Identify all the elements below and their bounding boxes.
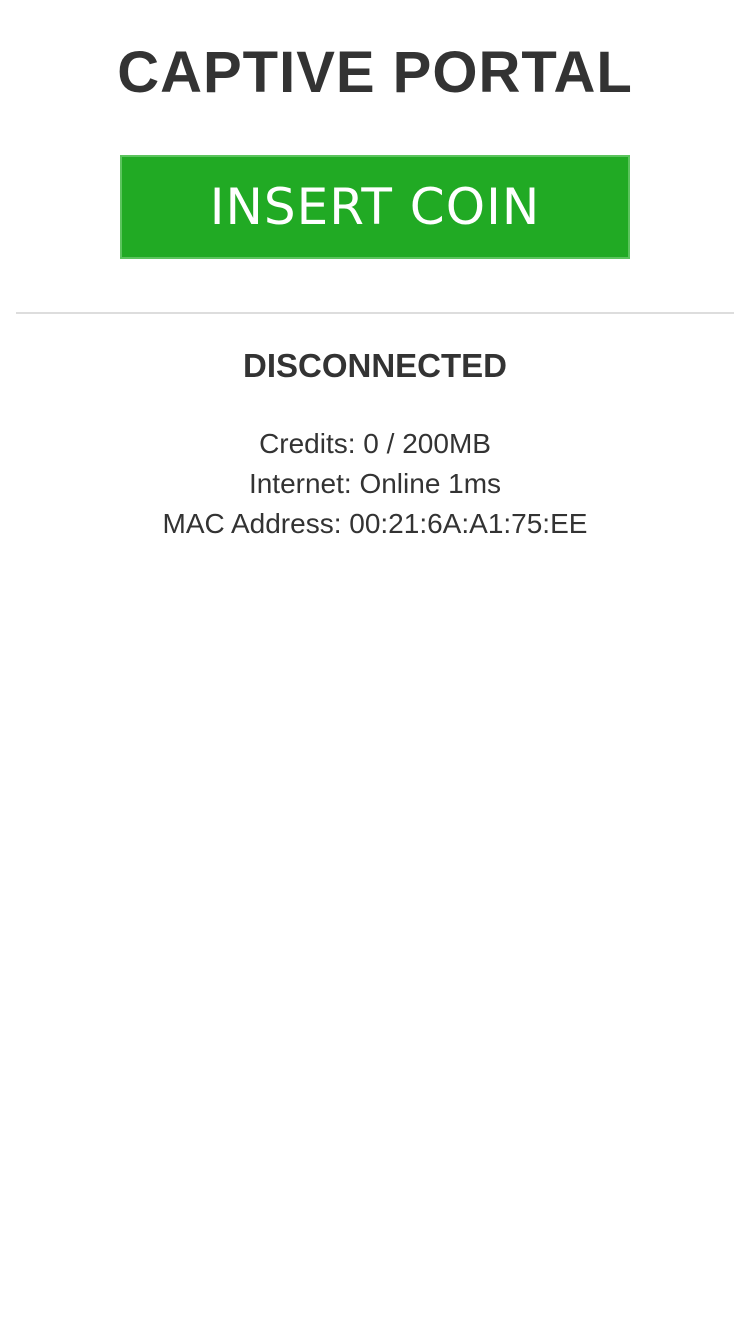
insert-coin-button[interactable]: INSERT COIN [120,155,630,259]
page-title: CAPTIVE PORTAL [117,40,633,105]
connection-status: DISCONNECTED [242,347,508,384]
internet-status-text: Internet: Online 1ms [248,468,502,499]
divider [16,312,734,314]
info-panel: Credits: 0 / 200MB Internet: Online 1ms … [0,424,750,544]
mac-address-text: MAC Address: 00:21:6A:A1:75:EE [162,508,588,539]
credits-text: Credits: 0 / 200MB [259,428,491,459]
